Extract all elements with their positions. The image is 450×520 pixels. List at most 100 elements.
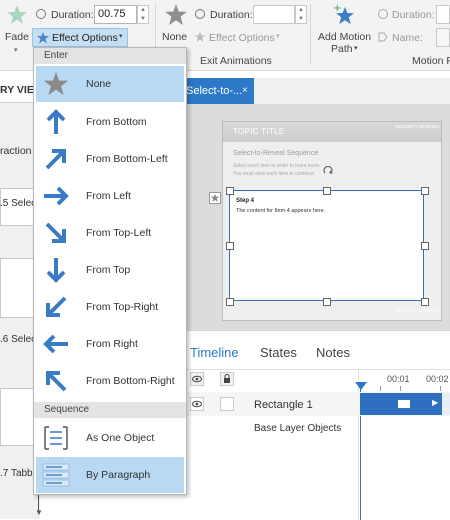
option-label: From Bottom-Right [86, 375, 175, 387]
option-none[interactable]: None [36, 66, 184, 102]
animation-star-icon[interactable] [209, 192, 221, 204]
option-label: From Top-Left [86, 227, 152, 239]
tab-timeline[interactable]: Timeline [190, 345, 239, 360]
rectangle-1[interactable]: Step 4 The content for Item 4 appears he… [229, 190, 424, 301]
add-motion-path-label[interactable]: Add Motion [318, 31, 371, 43]
option-by-paragraph[interactable]: By Paragraph [36, 457, 184, 493]
resize-handle[interactable] [323, 298, 331, 306]
option-from-bottom[interactable]: From Bottom [36, 104, 184, 140]
motion-name-label: Name: [392, 32, 423, 44]
arrow-up-left-icon [42, 367, 70, 395]
option-label: From Right [86, 338, 138, 350]
motion-group-label: Motion F [412, 55, 450, 67]
tab-label: Select-to-... [186, 85, 243, 97]
rotate-handle-icon[interactable] [323, 165, 333, 176]
tab-states[interactable]: States [260, 345, 297, 360]
option-from-top[interactable]: From Top [36, 252, 184, 288]
resize-handle[interactable] [323, 187, 331, 195]
effect-options-icon [36, 31, 50, 45]
clock-icon [378, 9, 388, 19]
arrow-right-icon [42, 182, 70, 210]
option-from-right[interactable]: From Right [36, 326, 184, 362]
slide-title: TOPIC TITLE [233, 127, 285, 136]
option-label: From Bottom [86, 116, 147, 128]
arrow-up-icon [42, 108, 70, 136]
sequence-heading: Select-to-Reveal Sequence [233, 150, 319, 157]
step-title: Step 4 [236, 198, 255, 204]
clock-icon [195, 9, 205, 19]
ribbon-separator [310, 4, 311, 64]
resize-handle[interactable] [226, 187, 234, 195]
none-star-icon[interactable] [164, 3, 188, 27]
effect-options-button[interactable]: Effect Options ▾ [32, 28, 128, 47]
arrow-left-icon [42, 330, 70, 358]
fade-label[interactable]: Fade [5, 31, 29, 43]
fade-star-icon[interactable] [6, 4, 28, 26]
step-text: The content for Item 4 appears here. [236, 208, 326, 214]
motion-name-input[interactable] [436, 28, 450, 47]
option-label: None [86, 78, 112, 90]
exit-duration-input[interactable] [253, 5, 295, 24]
playhead-icon[interactable] [355, 382, 367, 390]
motion-duration-label: Duration: [392, 9, 435, 21]
option-label: From Bottom-Left [86, 153, 168, 165]
option-label: From Top [86, 264, 131, 276]
close-icon[interactable]: × [242, 78, 248, 104]
option-from-top-left[interactable]: From Top-Left [36, 215, 184, 251]
arrow-down-icon: ▼ [35, 508, 43, 517]
duration-spinner[interactable]: ▲ ▼ [137, 5, 149, 24]
effect-options-label: Effect Options [52, 32, 118, 44]
option-label: From Top-Right [86, 301, 159, 313]
tab-notes[interactable]: Notes [316, 345, 350, 360]
chevron-down-icon: ▾ [354, 45, 358, 52]
exit-duration-spinner[interactable]: ▲ ▼ [295, 5, 307, 24]
duration-label: Duration: [51, 9, 94, 21]
instruction-line-2: You must view each item to continue. [233, 171, 316, 177]
instruction-line-1: Select each item in order to learn more. [233, 163, 321, 169]
eye-icon[interactable] [190, 372, 204, 386]
exit-effect-options-icon [194, 31, 206, 43]
option-from-bottom-left[interactable]: From Bottom-Left [36, 141, 184, 177]
clock-icon [36, 9, 46, 19]
timeline-panel: Timeline States Notes 00:01 00:02 Rectan… [182, 330, 450, 520]
resize-handle[interactable] [421, 298, 429, 306]
motion-duration-input[interactable] [436, 5, 450, 24]
option-from-bottom-right[interactable]: From Bottom-Right [36, 363, 184, 399]
duration-input[interactable]: 00.75 [94, 5, 137, 24]
tab-select-to-reveal[interactable]: Select-to-... × [182, 78, 254, 104]
option-from-left[interactable]: From Left [36, 178, 184, 214]
option-as-one-object[interactable]: As One Object [36, 420, 184, 456]
tag-icon [378, 32, 388, 42]
resize-handle[interactable] [421, 187, 429, 195]
exit-group-label: Exit Animations [200, 55, 272, 67]
eye-icon[interactable] [190, 397, 204, 411]
timeline-bar[interactable]: ▶ [360, 393, 442, 415]
motion-path-star-icon[interactable]: + [331, 2, 357, 28]
arrow-up-right-icon [42, 145, 70, 173]
resize-handle[interactable] [226, 298, 234, 306]
arrow-down-left-icon [42, 293, 70, 321]
option-from-top-right[interactable]: From Top-Right [36, 289, 184, 325]
option-label: As One Object [86, 432, 155, 444]
lock-icon[interactable] [220, 372, 234, 386]
add-motion-path-label2[interactable]: Path [331, 43, 353, 55]
exit-effect-options-label[interactable]: Effect Options [209, 32, 275, 44]
tick-mark [440, 386, 441, 391]
resize-handle[interactable] [226, 242, 234, 250]
tick-mark [400, 386, 401, 391]
arrow-down-icon [42, 256, 70, 284]
fade-dropdown-icon[interactable]: ▾ [14, 46, 18, 54]
security-marking-top: SECURITY MARKING [395, 124, 440, 129]
exit-none-label[interactable]: None [162, 31, 187, 43]
base-layer-label: Base Layer Objects [254, 423, 342, 434]
tick-mark [380, 386, 381, 391]
row-label: Rectangle 1 [254, 399, 313, 411]
resize-handle[interactable] [421, 242, 429, 250]
play-icon: ▶ [432, 398, 439, 407]
arrow-down-right-icon [42, 219, 70, 247]
option-label: By Paragraph [86, 469, 151, 481]
by-paragraph-icon [42, 461, 70, 489]
lock-checkbox[interactable] [220, 397, 234, 411]
option-label: From Left [86, 190, 131, 202]
sequence-section-header: Sequence [34, 402, 186, 418]
